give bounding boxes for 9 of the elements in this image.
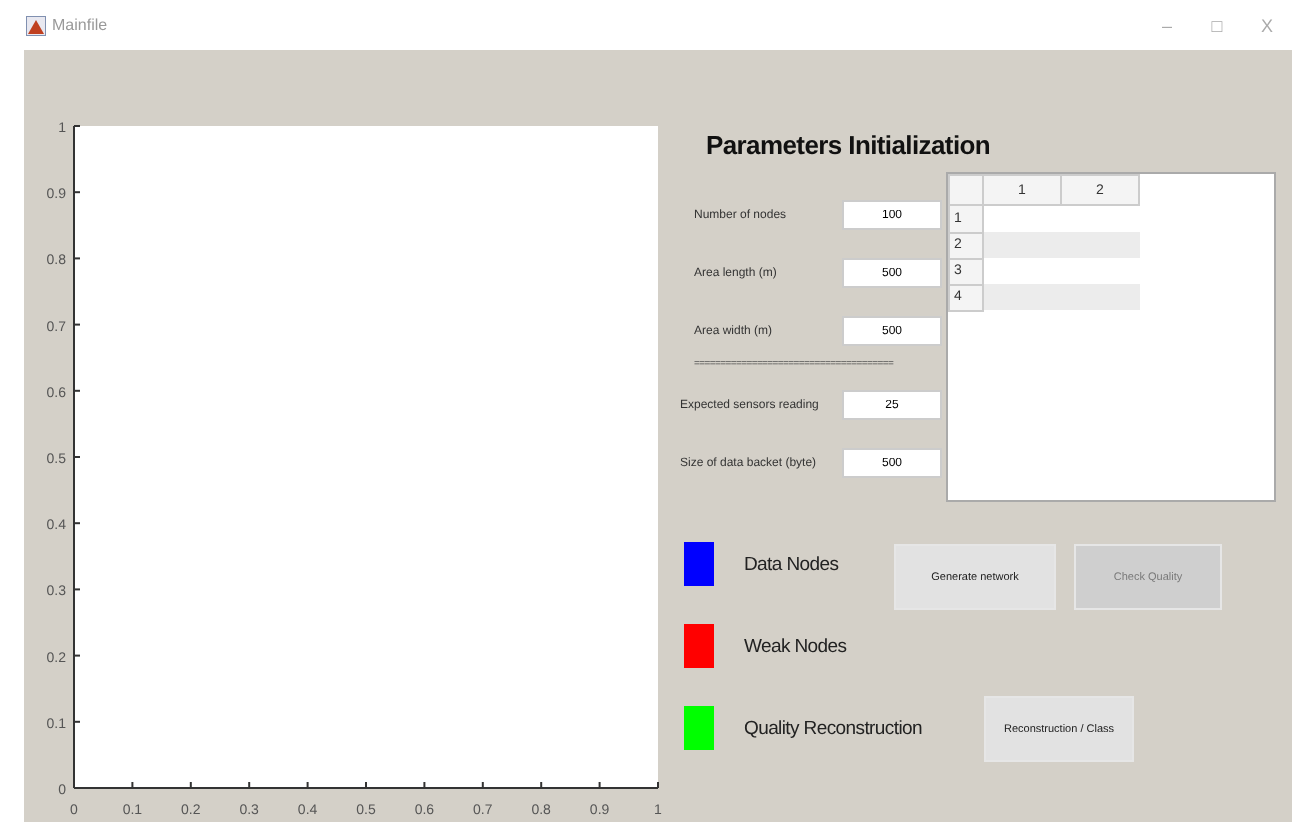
section-title: Parameters Initialization: [706, 130, 993, 160]
window-title: Mainfile: [52, 16, 108, 34]
table-cell: [983, 232, 1061, 258]
table-cell: [983, 205, 1061, 232]
legend-label: Weak Nodes: [744, 635, 847, 657]
table-cell: [983, 284, 1061, 310]
legend-label: Data Nodes: [744, 553, 839, 575]
legend-label: Quality Reconstruction: [744, 717, 922, 739]
app-icon: [26, 15, 46, 35]
